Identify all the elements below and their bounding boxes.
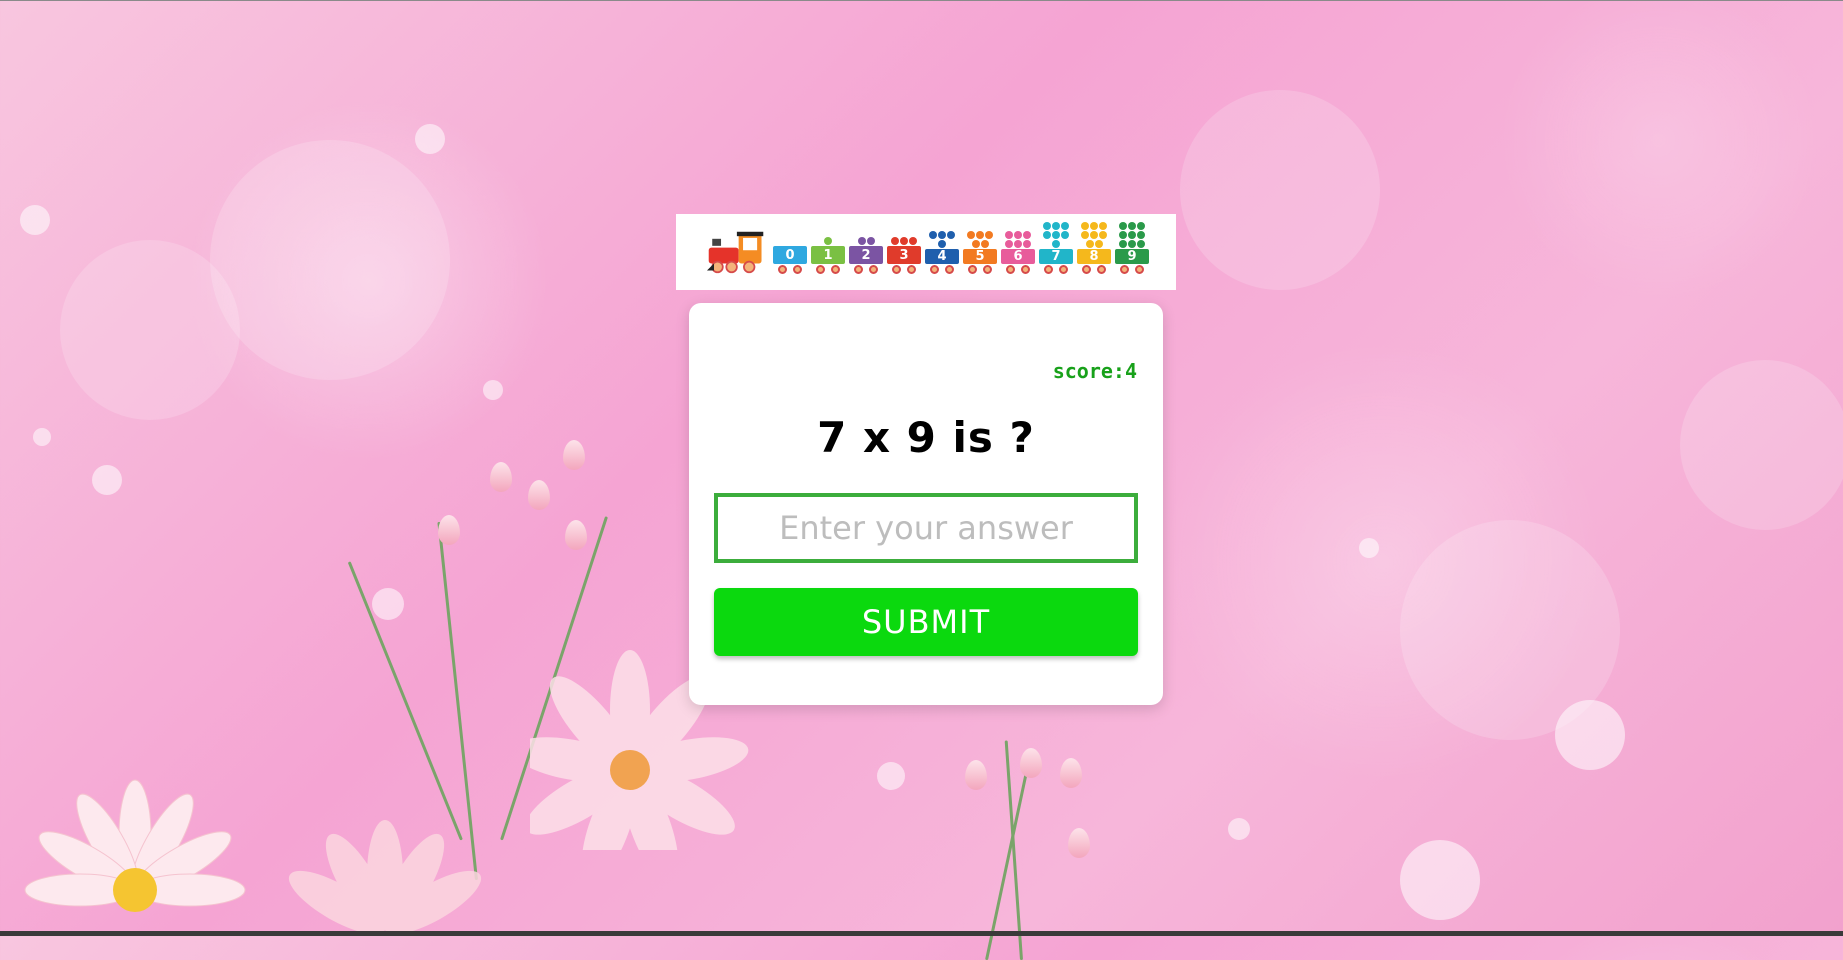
wagon-number: 6 [1001,249,1035,264]
wagon-wheels [892,265,916,274]
wagon-balls [965,231,995,248]
wagon-wheels [854,265,878,274]
wagon-balls [813,237,843,245]
window-bottom-edge [0,931,1843,936]
window-top-edge [0,0,1843,1]
quiz-card: score:4 7 x 9 is ? SUBMIT [689,303,1163,705]
wagon-number: 2 [849,246,883,264]
train-wagon-1: 1 [811,232,845,274]
wagon-balls [1003,231,1033,248]
train-engine-icon [706,231,764,274]
wagon-balls [1041,222,1071,248]
train-wagon-0: 0 [773,232,807,274]
train-wagon-2: 2 [849,232,883,274]
wagon-number: 1 [811,246,845,264]
wagon-number: 9 [1115,249,1149,264]
wagon-balls [927,231,957,248]
wagon-wheels [816,265,840,274]
wagon-wheels [1044,265,1068,274]
wagon-balls [889,237,919,245]
train-wagon-5: 5 [963,231,997,274]
wagon-wheels [1006,265,1030,274]
wagon-wheels [930,265,954,274]
submit-button[interactable]: SUBMIT [714,588,1138,656]
wagon-number: 3 [887,246,921,264]
train-wagon-9: 9 [1115,222,1149,274]
number-train-illustration: 0123456789 [693,222,1159,274]
wagon-number: 7 [1039,249,1073,264]
wagon-number: 8 [1077,249,1111,264]
wagon-number: 0 [773,246,807,264]
wagon-balls [1079,222,1109,248]
wagon-wheels [1082,265,1106,274]
question-text: 7 x 9 is ? [817,413,1035,462]
wagon-wheels [778,265,802,274]
train-wagon-6: 6 [1001,231,1035,274]
train-wagon-3: 3 [887,232,921,274]
number-train-banner: 0123456789 [676,214,1176,290]
wagon-number: 5 [963,249,997,264]
wagon-balls [851,237,881,245]
wagon-balls [1117,222,1147,248]
train-wagon-7: 7 [1039,222,1073,274]
wagon-wheels [968,265,992,274]
wagon-wheels [1120,265,1144,274]
answer-input[interactable] [714,493,1138,563]
wagon-number: 4 [925,249,959,264]
train-wagon-4: 4 [925,231,959,274]
train-wagon-8: 8 [1077,222,1111,274]
score-display: score:4 [1052,359,1137,383]
